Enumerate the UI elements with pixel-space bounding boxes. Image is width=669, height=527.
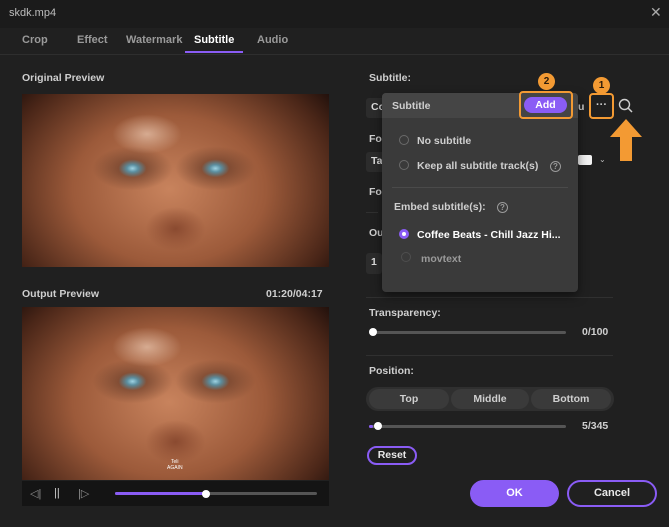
- font-color-swatch[interactable]: [578, 155, 592, 165]
- embedded-track-radio-selected[interactable]: [399, 229, 409, 239]
- active-tab-indicator: [185, 51, 243, 53]
- pause-icon[interactable]: ||: [54, 487, 60, 499]
- font-size-label: Fo: [369, 186, 382, 198]
- chevron-down-icon[interactable]: ⌄: [599, 155, 606, 164]
- position-track[interactable]: [369, 425, 566, 428]
- help-icon[interactable]: ?: [550, 161, 561, 172]
- position-label: Position:: [369, 365, 414, 377]
- timecode: 01:20/04:17: [266, 288, 323, 300]
- tab-bar: Crop Effect Watermark Subtitle Audio: [0, 28, 669, 55]
- embedded-track-1-label[interactable]: Coffee Beats - Chill Jazz Hi...: [417, 229, 561, 241]
- subtitle-caption: Teli AGAIN: [167, 459, 183, 471]
- keep-tracks-label[interactable]: Keep all subtitle track(s): [417, 160, 538, 172]
- position-progress: [369, 425, 373, 428]
- original-preview-label: Original Preview: [22, 72, 105, 84]
- transparency-value: 0/100: [582, 326, 609, 338]
- close-icon[interactable]: ✕: [650, 4, 662, 21]
- transparency-knob[interactable]: [369, 328, 377, 336]
- annotation-badge-2: 2: [538, 73, 555, 90]
- font-label: Fo: [369, 133, 382, 145]
- annotation-badge-1: 1: [593, 77, 610, 94]
- previous-frame-icon[interactable]: ◁|: [30, 487, 41, 500]
- subtitle-dropdown: Subtitle No subtitle Keep all subtitle t…: [382, 93, 578, 292]
- position-knob[interactable]: [373, 422, 382, 430]
- embedded-track-radio-disabled: [401, 252, 411, 262]
- add-subtitle-button[interactable]: Add: [524, 97, 567, 113]
- search-icon[interactable]: [618, 98, 634, 114]
- outline-select[interactable]: 1: [366, 253, 382, 274]
- reset-button[interactable]: Reset: [367, 446, 417, 465]
- tab-effect[interactable]: Effect: [77, 34, 108, 46]
- tab-audio[interactable]: Audio: [257, 34, 288, 46]
- output-preview: Teli AGAIN: [22, 307, 329, 480]
- playback-progress: [115, 492, 206, 495]
- position-middle-button[interactable]: Middle: [451, 389, 529, 409]
- output-preview-label: Output Preview: [22, 288, 100, 300]
- window-title: skdk.mp4: [9, 7, 57, 19]
- embed-subtitles-label: Embed subtitle(s):: [394, 201, 486, 213]
- keep-tracks-radio[interactable]: [399, 160, 409, 170]
- embed-help-icon[interactable]: ?: [497, 202, 508, 213]
- tab-subtitle[interactable]: Subtitle: [194, 34, 234, 46]
- subtitle-label: Subtitle:: [369, 72, 411, 84]
- subtitle-select-tail: u: [578, 101, 585, 113]
- player-controls: ◁| || |▷: [22, 481, 329, 506]
- transparency-track[interactable]: [369, 331, 566, 334]
- playback-knob[interactable]: [201, 490, 210, 498]
- up-arrow-icon: [610, 119, 642, 161]
- position-segmented-control: Top Middle Bottom: [366, 387, 614, 411]
- tab-crop[interactable]: Crop: [22, 34, 48, 46]
- title-bar: [0, 0, 669, 28]
- transparency-label: Transparency:: [369, 307, 441, 319]
- position-bottom-button[interactable]: Bottom: [531, 389, 611, 409]
- original-preview: [22, 94, 329, 267]
- more-options-icon[interactable]: ···: [592, 99, 611, 111]
- position-value: 5/345: [582, 420, 609, 432]
- position-top-button[interactable]: Top: [369, 389, 449, 409]
- cancel-button[interactable]: Cancel: [567, 480, 657, 507]
- dropdown-header: Subtitle: [392, 100, 431, 112]
- tab-watermark[interactable]: Watermark: [126, 34, 182, 46]
- next-frame-icon[interactable]: |▷: [78, 487, 89, 500]
- embedded-track-2-label: movtext: [421, 253, 462, 265]
- no-subtitle-label[interactable]: No subtitle: [417, 135, 471, 147]
- ok-button[interactable]: OK: [470, 480, 559, 507]
- no-subtitle-radio[interactable]: [399, 135, 409, 145]
